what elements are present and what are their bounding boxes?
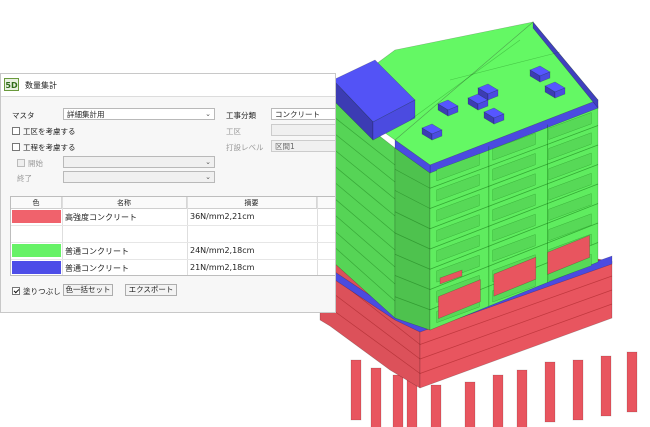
consider-zone-checkbox[interactable] xyxy=(12,127,20,135)
wing-left-face xyxy=(394,147,431,331)
start-checkbox[interactable] xyxy=(17,159,25,167)
column-header-name: 名称 xyxy=(62,197,187,209)
end-select[interactable]: ⌄ xyxy=(63,171,215,183)
row-name: 普通コンクリート xyxy=(65,247,129,256)
pile xyxy=(544,361,556,423)
column-header-extra xyxy=(317,197,335,209)
column-header-color: 色 xyxy=(11,197,62,209)
pile xyxy=(572,359,584,421)
quantity-summary-panel: 5D 数量集計 マスタ 詳細集計用 ⌄ 工事分類 コンクリート 工区を考慮する … xyxy=(0,73,336,313)
pile xyxy=(492,374,504,427)
pour-level-label: 打設レベル xyxy=(226,143,264,152)
app-logo-icon: 5D xyxy=(4,78,19,91)
chevron-down-icon: ⌄ xyxy=(205,110,211,118)
chevron-down-icon: ⌄ xyxy=(205,173,211,181)
row-name: 高強度コンクリート xyxy=(65,213,137,222)
panel-title: 数量集計 xyxy=(25,81,57,90)
row-spec: 24N/mm2,18cm xyxy=(190,246,255,255)
end-label: 終了 xyxy=(17,174,32,183)
work-category-select[interactable]: コンクリート xyxy=(271,108,335,120)
row-name: 普通コンクリート xyxy=(65,264,129,273)
pile xyxy=(464,381,476,427)
chevron-down-icon: ⌄ xyxy=(205,158,211,166)
consider-process-checkbox[interactable] xyxy=(12,143,20,151)
column-header-spec: 摘要 xyxy=(187,197,317,209)
pile xyxy=(370,367,382,427)
table-row[interactable]: 普通コンクリート 24N/mm2,18cm xyxy=(11,243,335,259)
pile xyxy=(626,351,638,413)
color-swatch[interactable] xyxy=(12,210,61,223)
panel-titlebar: 5D 数量集計 xyxy=(1,74,335,97)
table-row[interactable]: 高強度コンクリート 36N/mm2,21cm xyxy=(11,209,335,225)
pile xyxy=(392,374,404,427)
pile xyxy=(600,355,612,417)
master-label: マスタ xyxy=(12,111,35,120)
zone-label: 工区 xyxy=(226,127,241,136)
building-model xyxy=(319,21,614,389)
pile xyxy=(350,359,362,421)
pile xyxy=(430,384,442,427)
fill-label: 塗りつぶし xyxy=(23,287,61,296)
start-select[interactable]: ⌄ xyxy=(63,156,215,168)
pile xyxy=(516,369,528,427)
table-row[interactable]: 普通コンクリート 21N/mm2,18cm xyxy=(11,260,335,276)
row-spec: 21N/mm2,18cm xyxy=(190,263,255,272)
work-category-label: 工事分類 xyxy=(226,111,256,120)
consider-process-label: 工程を考慮する xyxy=(23,143,76,152)
color-swatch[interactable] xyxy=(12,261,61,274)
master-select-value: 詳細集計用 xyxy=(67,110,105,119)
master-select[interactable]: 詳細集計用 ⌄ xyxy=(63,108,215,120)
work-category-value: コンクリート xyxy=(275,110,320,119)
pile xyxy=(406,379,418,427)
color-swatch[interactable] xyxy=(12,227,61,240)
pour-level-field[interactable]: 区間1 xyxy=(271,140,335,152)
table-row[interactable] xyxy=(11,226,335,242)
material-table: 色 名称 摘要 高強度コンクリート 36N/mm2,21cm 普通コンクリート … xyxy=(10,196,335,276)
batch-color-set-button[interactable]: 色一括セット xyxy=(63,284,113,296)
row-spec: 36N/mm2,21cm xyxy=(190,212,255,221)
color-swatch[interactable] xyxy=(12,244,61,257)
consider-zone-label: 工区を考慮する xyxy=(23,127,76,136)
export-button[interactable]: エクスポート xyxy=(125,284,177,296)
zone-field[interactable] xyxy=(271,124,335,136)
pour-level-value: 区間1 xyxy=(275,142,295,151)
fill-checkbox[interactable] xyxy=(12,287,20,295)
start-label: 開始 xyxy=(28,159,43,168)
